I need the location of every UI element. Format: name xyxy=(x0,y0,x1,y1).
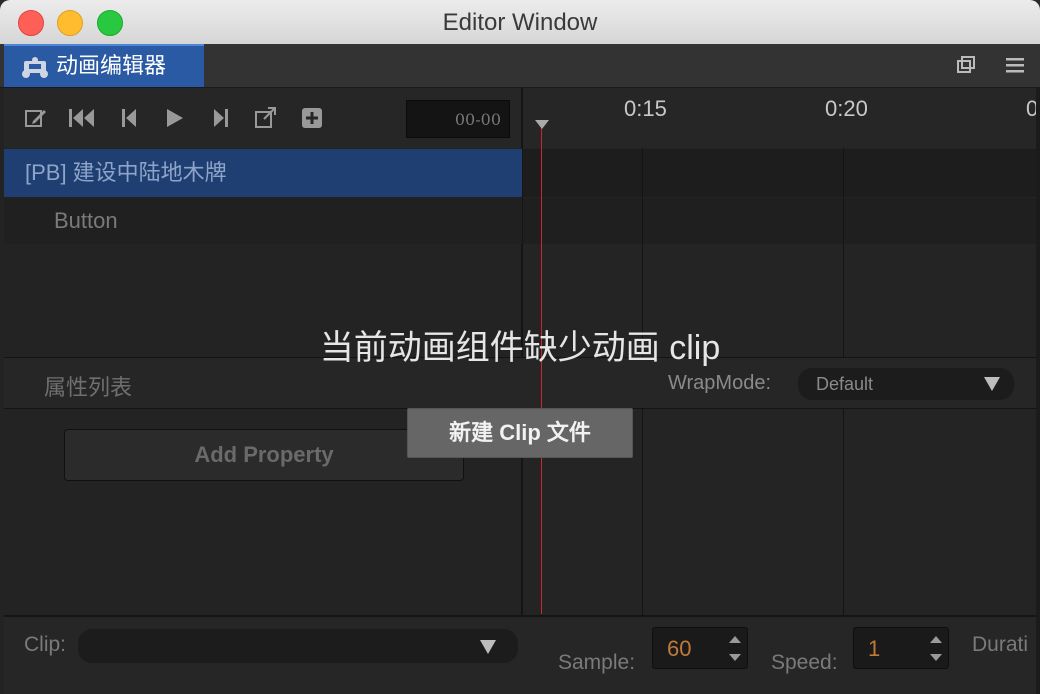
chevron-down-icon xyxy=(984,377,1000,391)
stepper-down-icon[interactable] xyxy=(729,654,741,661)
menu-icon[interactable] xyxy=(1004,54,1026,76)
skip-first-icon[interactable] xyxy=(68,106,96,130)
popout-window-icon[interactable] xyxy=(955,54,977,76)
time-ruler[interactable]: 0:15 0:20 0 xyxy=(523,88,1040,148)
export-icon[interactable] xyxy=(254,106,278,130)
window-edge xyxy=(1036,88,1040,694)
animation-toolbar: 00-00 xyxy=(4,88,522,148)
sample-label: Sample: xyxy=(558,651,636,674)
add-event-icon[interactable] xyxy=(300,106,324,130)
editor-window: Editor Window 动画编辑器 00-00 0:15 0:20 0 [P… xyxy=(0,0,1040,694)
timeline-row xyxy=(523,149,1040,197)
edit-icon[interactable] xyxy=(24,106,48,130)
ruler-label: 0:20 xyxy=(825,96,868,121)
step-back-icon[interactable] xyxy=(118,106,142,130)
stepper-down-icon[interactable] xyxy=(930,654,942,661)
wrap-mode-value: Default xyxy=(816,374,874,394)
property-list-title: 属性列表 xyxy=(44,375,133,400)
animation-clip-icon xyxy=(22,57,48,78)
title-bar: Editor Window xyxy=(0,0,1040,45)
speed-stepper[interactable] xyxy=(926,630,946,666)
speed-value: 1 xyxy=(868,636,881,661)
duration-label: Durati xyxy=(972,633,1029,656)
add-property-button[interactable]: Add Property xyxy=(64,429,464,481)
wrap-mode-label: WrapMode: xyxy=(668,372,772,394)
wrap-mode-select[interactable]: Default xyxy=(798,368,1014,400)
play-icon[interactable] xyxy=(162,106,186,130)
chevron-down-icon xyxy=(480,640,496,654)
clip-select[interactable] xyxy=(78,629,518,663)
stepper-up-icon[interactable] xyxy=(729,636,741,643)
clip-settings-bar: Clip: Sample: 60 Speed: 1 Durati xyxy=(4,615,1040,694)
missing-clip-message: 当前动画组件缺少动画 clip xyxy=(319,329,721,367)
new-clip-button[interactable]: 新建 Clip 文件 xyxy=(407,408,633,458)
speed-input[interactable]: 1 xyxy=(853,627,949,669)
sample-input[interactable]: 60 xyxy=(652,627,748,669)
clip-label: Clip: xyxy=(24,633,67,656)
playhead-marker-icon[interactable] xyxy=(535,120,549,129)
tab-animation-editor[interactable]: 动画编辑器 xyxy=(4,44,204,87)
step-forward-icon[interactable] xyxy=(208,106,232,130)
sample-value: 60 xyxy=(667,636,692,661)
sample-stepper[interactable] xyxy=(725,630,745,666)
current-time-input[interactable]: 00-00 xyxy=(406,100,510,138)
playhead-line[interactable] xyxy=(541,124,542,614)
timeline-row xyxy=(523,198,1040,244)
stepper-up-icon[interactable] xyxy=(930,636,942,643)
panel-tab-bar: 动画编辑器 xyxy=(0,44,1040,88)
tree-item-root[interactable]: [PB] 建设中陆地木牌 xyxy=(4,149,522,197)
tab-label: 动画编辑器 xyxy=(56,53,167,78)
tree-item-child[interactable]: Button xyxy=(4,198,522,244)
ruler-label: 0:15 xyxy=(624,96,667,121)
speed-label: Speed: xyxy=(771,651,838,674)
window-title: Editor Window xyxy=(442,9,598,36)
